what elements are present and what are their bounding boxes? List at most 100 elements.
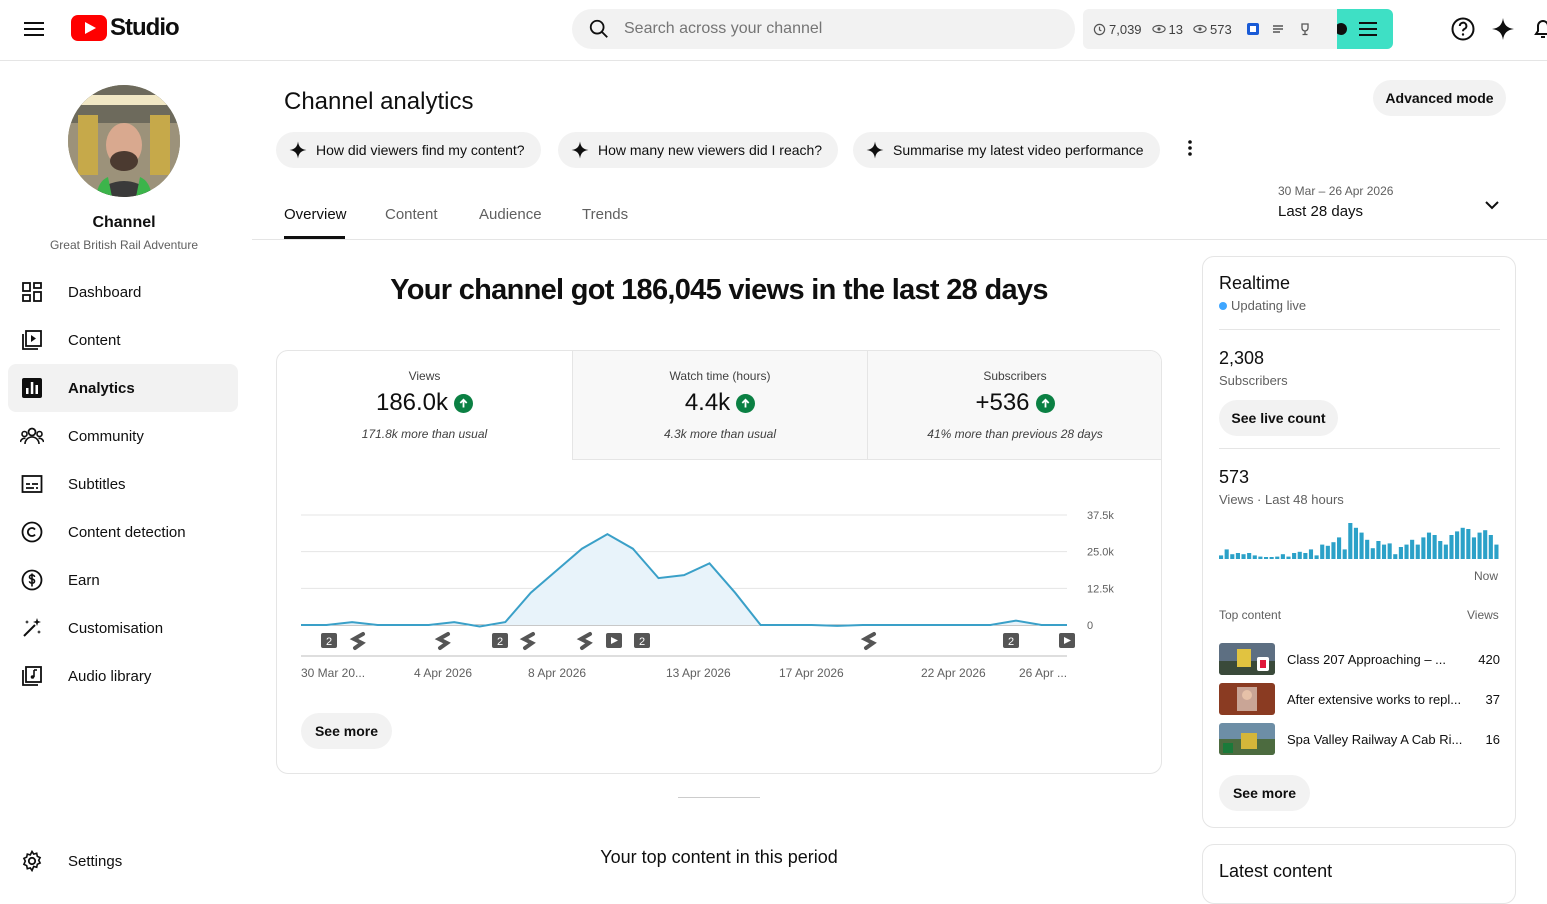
realtime-bar — [1308, 549, 1314, 559]
top-content-row[interactable]: Spa Valley Railway A Cab Ri... 16 — [1219, 723, 1500, 755]
channel-avatar[interactable] — [68, 85, 180, 197]
shorts-icon — [349, 632, 366, 650]
sidebar-item-analytics[interactable]: Analytics — [8, 364, 238, 412]
top-content-views: 420 — [1478, 651, 1500, 667]
realtime-status-text: Updating live — [1231, 298, 1307, 313]
sidebar: Channel Great British Rail Adventure Das… — [0, 62, 252, 879]
sidebar-item-audio-library[interactable]: Audio library — [8, 652, 238, 700]
realtime-bar — [1471, 537, 1477, 559]
sidebar-item-content[interactable]: Content — [8, 316, 238, 364]
tab-audience[interactable]: Audience — [479, 206, 542, 223]
now-label: Now — [1474, 569, 1499, 583]
upload-count-text: 2 — [326, 636, 332, 648]
extension-icon-3[interactable] — [1298, 22, 1315, 36]
chip-label: How did viewers find my content? — [316, 142, 525, 158]
sparkle-icon — [866, 141, 884, 159]
metric-subscribers[interactable]: Subscribers +536 41% more than previous … — [867, 351, 1161, 460]
metric-value: 186.0k — [375, 389, 449, 416]
realtime-bar — [1393, 554, 1398, 559]
realtime-bar — [1325, 545, 1330, 559]
eye-icon — [1193, 24, 1207, 34]
upload-count-text: 2 — [1008, 636, 1014, 648]
page-title: Channel analytics — [284, 88, 474, 115]
tab-trends[interactable]: Trends — [582, 206, 628, 223]
realtime-bar — [1449, 535, 1454, 559]
realtime-bar — [1365, 539, 1370, 559]
arrow-up-icon — [1035, 393, 1055, 413]
ask-chip-summarise[interactable]: Summarise my latest video performance — [853, 132, 1160, 168]
metric-label: Subscribers — [983, 369, 1047, 383]
top-content-row[interactable]: After extensive works to repl... 37 — [1219, 683, 1500, 715]
realtime-card: Realtime Updating live 2,308 Subscribers… — [1202, 256, 1516, 828]
sidebar-item-content-detection[interactable]: Content detection — [8, 508, 238, 556]
shorts-icon — [860, 632, 877, 650]
audio-library-icon — [20, 664, 44, 688]
sidebar-item-community[interactable]: Community — [8, 412, 238, 460]
sidebar-item-customisation[interactable]: Customisation — [8, 604, 238, 652]
community-icon — [20, 424, 44, 448]
sidebar-item-settings[interactable]: Settings — [8, 837, 238, 885]
top-content-row[interactable]: Class 207 Approaching – ... 420 — [1219, 643, 1500, 675]
realtime-bar — [1426, 532, 1432, 559]
realtime-bar — [1415, 544, 1420, 559]
sidebar-item-earn[interactable]: Earn — [8, 556, 238, 604]
video-thumbnail — [1219, 683, 1275, 715]
ask-chip-new-viewers[interactable]: How many new viewers did I reach? — [558, 132, 839, 168]
realtime-bar — [1286, 556, 1291, 559]
channel-name: Channel — [92, 214, 156, 231]
help-icon[interactable] — [1450, 16, 1476, 42]
sparkle-icon — [289, 141, 307, 159]
realtime-views-bar-chart[interactable] — [1219, 519, 1500, 561]
eye-icon — [1151, 24, 1166, 34]
metric-watch-time[interactable]: Watch time (hours) 4.4k 4.3k more than u… — [572, 351, 867, 460]
studio-logo[interactable]: Studio — [71, 14, 180, 42]
watch-time-stat: 7,039 — [1093, 22, 1142, 37]
metric-label: Views — [408, 369, 441, 383]
sidebar-item-label: Settings — [68, 852, 123, 870]
see-live-count-button[interactable]: See live count — [1219, 400, 1338, 436]
chevron-down-icon[interactable] — [1481, 194, 1503, 216]
search-bar[interactable] — [572, 9, 1075, 49]
metric-note: 4.3k more than usual — [663, 427, 777, 441]
metric-value: 4.4k — [684, 389, 731, 416]
sidebar-item-dashboard[interactable]: Dashboard — [8, 268, 238, 316]
date-range-selector[interactable]: 30 Mar – 26 Apr 2026 Last 28 days — [1278, 184, 1393, 220]
metric-views[interactable]: Views 186.0k 171.8k more than usual — [277, 351, 572, 460]
tab-content[interactable]: Content — [385, 206, 438, 223]
more-vert-icon[interactable] — [1180, 138, 1200, 158]
extension-icon-2[interactable] — [1271, 22, 1288, 36]
sidebar-item-label: Community — [68, 427, 144, 445]
shorts-icon — [519, 632, 536, 650]
magic-wand-icon — [20, 616, 44, 640]
realtime-see-more-button[interactable]: See more — [1219, 775, 1310, 811]
sidebar-item-subtitles[interactable]: Subtitles — [8, 460, 238, 508]
ask-chip-find-content[interactable]: How did viewers find my content? — [276, 132, 541, 168]
see-more-button[interactable]: See more — [301, 713, 392, 749]
search-input[interactable] — [624, 20, 1044, 38]
realtime-bar — [1235, 553, 1240, 559]
extension-icon-1[interactable] — [1246, 22, 1263, 36]
tab-overview[interactable]: Overview — [284, 206, 347, 223]
clock-icon — [1093, 23, 1106, 35]
video-thumbnail — [1219, 643, 1275, 675]
metric-value: +536 — [975, 389, 1030, 416]
sidebar-item-label: Subtitles — [68, 475, 126, 493]
realtime-bar — [1219, 555, 1224, 559]
bell-icon[interactable] — [1530, 16, 1547, 42]
list-icon — [1272, 25, 1283, 33]
realtime-views-label: Views · Last 48 hours — [1219, 492, 1344, 507]
y-tick-label: 0 — [1087, 620, 1093, 632]
sidebar-item-label: Analytics — [68, 379, 135, 397]
realtime-bar — [1241, 554, 1246, 559]
metric-note: 41% more than previous 28 days — [927, 427, 1103, 441]
realtime-bar — [1342, 549, 1347, 559]
section-divider — [678, 797, 760, 798]
menu-icon[interactable] — [22, 18, 46, 42]
extension-menu-button[interactable] — [1335, 9, 1393, 49]
realtime-bar — [1443, 544, 1448, 559]
realtime-bar — [1224, 549, 1229, 559]
sparkle-icon[interactable] — [1490, 16, 1516, 42]
top-content-views: 37 — [1485, 691, 1500, 707]
views-chart[interactable]: 37.5k 25.0k 12.5k 0 2 2 2 2 30 Mar 20... 4 Apr 20… — [277, 491, 1161, 701]
advanced-mode-button[interactable]: Advanced mode — [1373, 80, 1506, 116]
